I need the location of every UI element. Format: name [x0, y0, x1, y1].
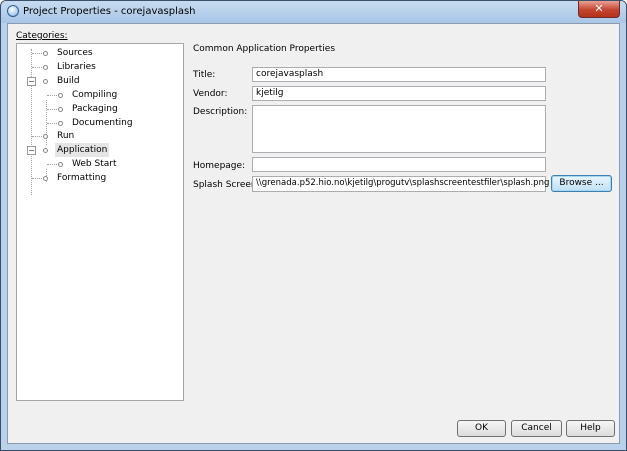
tree-line — [31, 49, 32, 195]
ok-button[interactable]: OK — [457, 420, 506, 437]
tree-item-libraries[interactable]: Libraries — [57, 60, 96, 74]
title-field[interactable]: corejavasplash — [252, 67, 546, 82]
tree-item-web-start[interactable]: Web Start — [72, 157, 116, 171]
tree-item-compiling[interactable]: Compiling — [72, 88, 117, 102]
tree-node-icon — [43, 51, 48, 56]
description-field[interactable] — [252, 105, 546, 153]
tree-node-icon — [43, 65, 48, 70]
project-properties-dialog: Project Properties - corejavasplash ✕ Ca… — [0, 0, 627, 451]
categories-tree[interactable]: Sources Libraries − Build Compiling Pack… — [16, 43, 184, 401]
help-button[interactable]: Help — [566, 420, 615, 437]
tree-node-icon — [58, 107, 63, 112]
splash-screen-label: Splash Screen: — [193, 180, 260, 190]
tree-node-icon — [43, 79, 48, 84]
description-label: Description: — [193, 107, 248, 117]
close-button[interactable]: ✕ — [578, 1, 620, 18]
collapse-toggle-icon[interactable]: − — [27, 77, 36, 86]
title-bar[interactable]: Project Properties - corejavasplash ✕ — [1, 1, 626, 23]
splash-screen-field[interactable]: \\grenada.p52.hio.no\kjetilg\progutv\spl… — [252, 176, 549, 192]
categories-label: Categories: — [16, 31, 68, 41]
tree-node-icon — [43, 148, 48, 153]
window-title: Project Properties - corejavasplash — [23, 6, 196, 17]
tree-node-icon — [58, 121, 63, 126]
tree-node-icon — [58, 93, 63, 98]
vendor-field[interactable]: kjetilg — [252, 86, 546, 101]
cancel-button[interactable]: Cancel — [511, 420, 562, 437]
tree-item-documenting[interactable]: Documenting — [72, 116, 133, 130]
categories-label-text: Categories: — [16, 31, 68, 41]
tree-item-formatting[interactable]: Formatting — [57, 171, 106, 185]
tree-node-icon — [58, 162, 63, 167]
tree-node-icon — [43, 134, 48, 139]
browse-button[interactable]: Browse ... — [551, 175, 612, 192]
tree-item-sources[interactable]: Sources — [57, 46, 93, 60]
close-icon: ✕ — [594, 2, 604, 15]
homepage-label: Homepage: — [193, 161, 246, 171]
netbeans-icon — [7, 5, 19, 17]
tree-item-build[interactable]: Build — [57, 74, 80, 88]
dialog-content: Categories: Sources Libraries − Build Co… — [7, 23, 620, 444]
tree-item-run[interactable]: Run — [57, 129, 74, 143]
title-label: Title: — [193, 70, 216, 80]
section-title: Common Application Properties — [193, 44, 336, 54]
collapse-toggle-icon[interactable]: − — [27, 146, 36, 155]
vendor-label: Vendor: — [193, 89, 228, 99]
tree-item-application[interactable]: Application — [55, 143, 110, 157]
homepage-field[interactable] — [252, 157, 546, 172]
tree-item-packaging[interactable]: Packaging — [72, 102, 118, 116]
tree-node-icon — [43, 176, 48, 181]
